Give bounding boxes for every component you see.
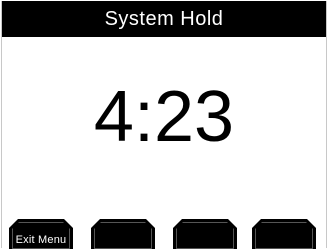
- softkey-exit-menu[interactable]: Exit Menu: [9, 219, 73, 249]
- softkey-face: [176, 222, 234, 249]
- softkey-2[interactable]: [91, 219, 155, 249]
- softkey-row: Exit Menu: [9, 219, 319, 249]
- hold-time-value: 4:23: [93, 77, 235, 157]
- softkey-3[interactable]: [173, 219, 237, 249]
- softkey-4[interactable]: [252, 219, 316, 249]
- thermostat-screen: System Hold 4:23: [1, 1, 327, 248]
- softkey-face: [94, 222, 152, 249]
- softkey-face: [255, 222, 313, 249]
- title-bar: System Hold: [2, 1, 326, 37]
- screen-title: System Hold: [104, 7, 224, 30]
- softkey-label: Exit Menu: [15, 234, 67, 246]
- hold-time-display: 4:23: [2, 67, 326, 167]
